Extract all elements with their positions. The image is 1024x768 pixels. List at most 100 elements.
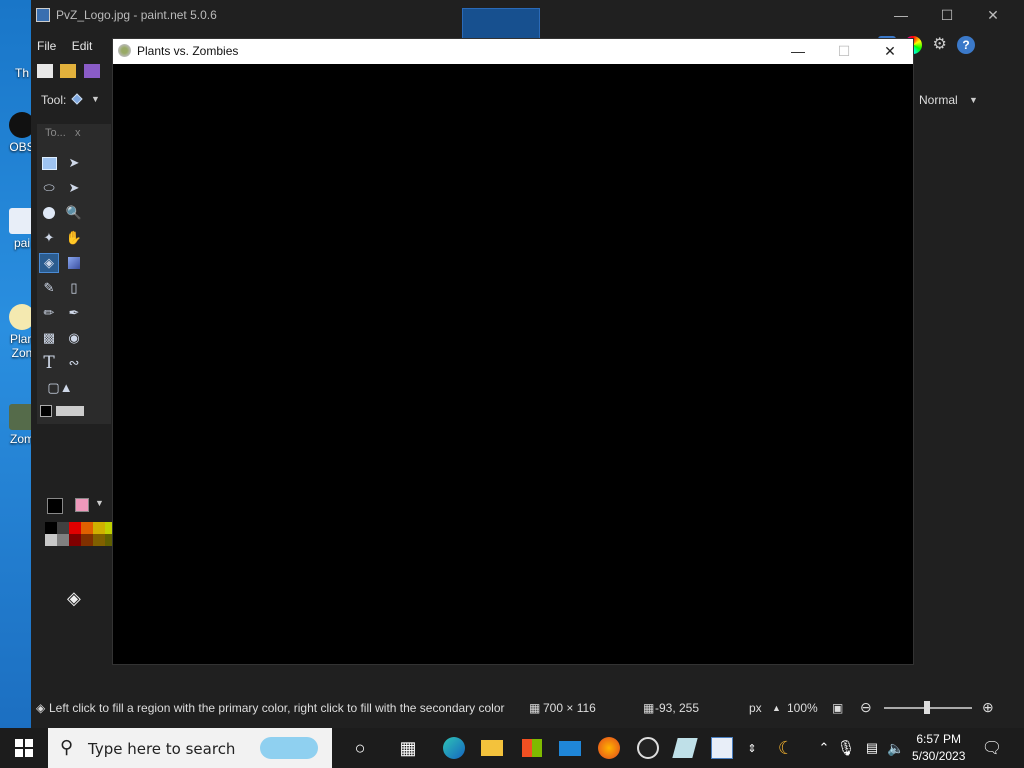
zoom-out-icon[interactable]: ⊖ <box>860 699 872 716</box>
status-bar: ◈ Left click to fill a region with the p… <box>31 697 1024 719</box>
chevron-down-icon[interactable]: ▼ <box>91 94 100 104</box>
menu-edit[interactable]: Edit <box>66 36 99 56</box>
chevron-down-icon[interactable]: ▼ <box>95 498 104 508</box>
desktop-icon-label: Th <box>14 66 29 80</box>
game-canvas[interactable] <box>113 64 913 664</box>
microphone-icon[interactable]: 🎙 <box>834 736 858 760</box>
move-selection-icon[interactable]: ➤ <box>65 179 83 197</box>
ellipse-select-icon[interactable] <box>40 204 58 222</box>
close-button[interactable]: ✕ <box>970 0 1016 31</box>
selection-size-icon: ▦ <box>529 701 541 715</box>
task-view-icon[interactable]: ▦ <box>396 736 420 760</box>
app-icon[interactable] <box>672 736 698 760</box>
swatch-olive[interactable] <box>93 534 105 546</box>
blend-mode-select[interactable]: Normal <box>919 93 958 107</box>
swatch-gray[interactable] <box>57 534 69 546</box>
cortana-icon[interactable]: ○ <box>348 736 372 760</box>
zoom-in-icon[interactable]: ⊕ <box>982 699 994 716</box>
paint-bucket-icon[interactable]: ◈ <box>39 253 59 273</box>
primary-secondary-color-icon[interactable] <box>40 402 84 420</box>
zoom-icon[interactable]: 🔍 <box>65 204 83 222</box>
color-picker-icon[interactable]: ✒ <box>65 304 83 322</box>
palette-panel: ▼ <box>37 492 117 552</box>
game-titlebar[interactable]: Plants vs. Zombies — ☐ ✕ <box>113 39 913 64</box>
obs-taskbar-icon[interactable] <box>636 736 660 760</box>
paintnet-taskbar-icon[interactable] <box>710 736 734 760</box>
clone-stamp-icon[interactable]: ▩ <box>40 329 58 347</box>
clock-date: 5/30/2023 <box>912 749 966 763</box>
network-icon[interactable]: ▤ <box>860 736 884 760</box>
units-select[interactable]: px <box>749 701 762 715</box>
menu-file[interactable]: File <box>31 36 62 56</box>
close-button[interactable]: ✕ <box>867 39 913 64</box>
help-icon[interactable]: ? <box>957 36 976 54</box>
minimize-button[interactable]: — <box>775 39 821 64</box>
store-icon[interactable] <box>520 736 544 760</box>
rectangle-select-icon[interactable] <box>40 154 58 172</box>
windows-start-icon[interactable] <box>12 736 36 760</box>
swatch-yellow[interactable] <box>93 522 105 534</box>
desktop-icon-label: pai <box>13 236 30 250</box>
cursor-position: -93, 255 <box>655 701 700 715</box>
edge-icon[interactable] <box>442 736 466 760</box>
eraser-icon[interactable]: ▯ <box>65 279 83 297</box>
shapes-icon[interactable]: ▢▲ <box>40 379 80 397</box>
game-window-title: Plants vs. Zombies <box>137 44 239 58</box>
swatch-orange[interactable] <box>81 522 93 534</box>
mail-icon[interactable] <box>558 736 582 760</box>
selection-size: 700 × 116 <box>543 701 596 715</box>
clock-time: 6:57 PM <box>916 732 962 746</box>
text-tool-icon[interactable]: T <box>40 353 58 373</box>
swatch-red[interactable] <box>69 522 81 534</box>
minimize-button[interactable]: — <box>878 0 924 31</box>
new-file-icon[interactable] <box>37 64 53 78</box>
save-icon[interactable] <box>83 64 100 78</box>
zoom-level[interactable]: 100% <box>787 701 818 715</box>
tools-panel-title: To... <box>45 127 66 139</box>
image-tab-thumbnail[interactable] <box>462 8 540 40</box>
game-window: Plants vs. Zombies — ☐ ✕ <box>112 38 914 665</box>
paintbrush-icon[interactable]: ✎ <box>40 279 58 297</box>
tool-label: Tool: <box>41 93 67 107</box>
file-toolbar <box>37 64 104 81</box>
maximize-button[interactable]: ☐ <box>924 0 970 31</box>
taskbar-scroll-icon[interactable]: ⇕ <box>745 736 759 760</box>
maximize-button[interactable]: ☐ <box>821 39 867 64</box>
close-icon[interactable]: x <box>75 127 81 139</box>
notification-icon[interactable]: 🗨 <box>980 736 1004 760</box>
swatch-black[interactable] <box>45 522 57 534</box>
chevron-up-icon[interactable]: ⌃ <box>812 736 836 760</box>
paint-bucket-tool-selector[interactable] <box>69 91 85 107</box>
paintnet-app-icon <box>36 8 50 22</box>
lasso-select-icon[interactable]: ⬭ <box>40 179 58 197</box>
swatch-maroon[interactable] <box>69 534 81 546</box>
file-explorer-icon[interactable] <box>480 736 504 760</box>
chevron-down-icon[interactable]: ▼ <box>969 95 978 105</box>
search-placeholder: Type here to search <box>88 740 236 758</box>
palette-menu-icon[interactable] <box>75 498 89 512</box>
swatch-lightgray[interactable] <box>45 534 57 546</box>
primary-color-swatch[interactable] <box>47 498 63 514</box>
taskbar-search[interactable]: ⚲ Type here to search <box>48 728 332 768</box>
gradient-icon[interactable] <box>65 254 83 272</box>
zoom-slider-thumb[interactable] <box>924 701 930 714</box>
move-selected-icon[interactable]: ➤ <box>65 154 83 172</box>
taskbar-clock[interactable]: 6:57 PM 5/30/2023 <box>912 731 965 765</box>
recolor-icon[interactable]: ◉ <box>65 329 83 347</box>
search-icon: ⚲ <box>60 737 74 757</box>
swatch-brown[interactable] <box>81 534 93 546</box>
tools-panel: To... x ➤ ⬭ ➤ 🔍 ✦ ✋ ◈ ✎ ▯ ✏ ✒ ▩ ◉ T ∾ ▢▲ <box>37 124 111 424</box>
night-light-icon[interactable]: ☾ <box>774 736 798 760</box>
pan-hand-icon[interactable]: ✋ <box>65 229 83 247</box>
gear-icon[interactable]: ⚙ <box>931 36 949 54</box>
chevron-up-icon[interactable]: ▲ <box>772 703 781 713</box>
zoom-to-window-icon[interactable]: ▣ <box>832 701 843 715</box>
open-folder-icon[interactable] <box>60 64 77 78</box>
menu-bar: File Edit <box>31 36 98 58</box>
pencil-icon[interactable]: ✏ <box>40 304 58 322</box>
magic-wand-icon[interactable]: ✦ <box>40 229 58 247</box>
swatch-darkgray[interactable] <box>57 522 69 534</box>
firefox-icon[interactable] <box>597 736 621 760</box>
line-curve-icon[interactable]: ∾ <box>65 354 83 372</box>
speaker-icon[interactable]: 🔈 <box>884 736 908 760</box>
